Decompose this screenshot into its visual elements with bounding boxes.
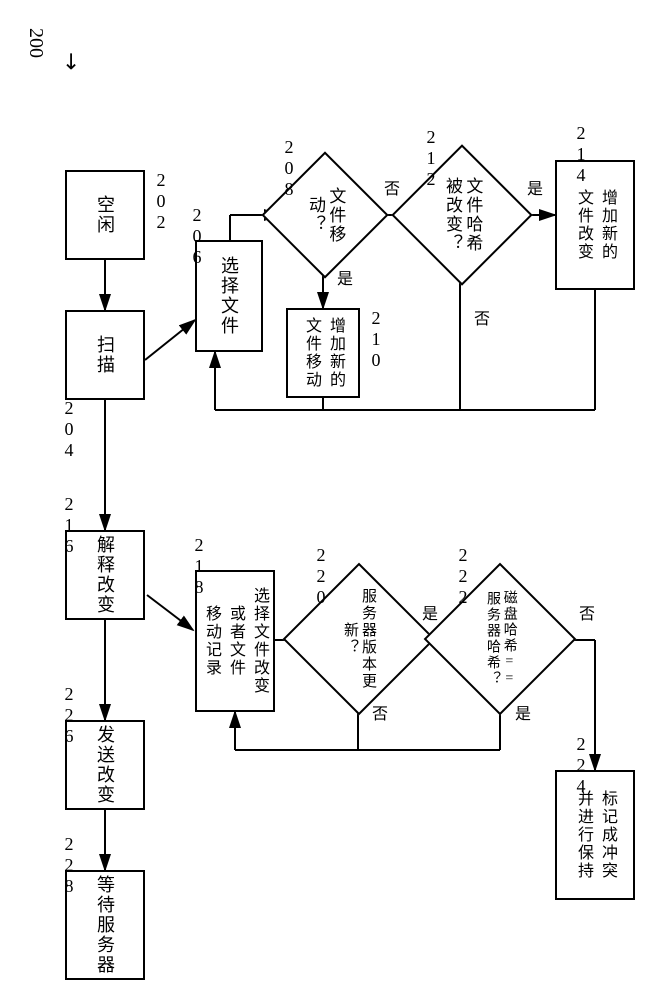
- decision-file-move: 文件移动？: [280, 170, 370, 260]
- node-idle-text: 空闲: [92, 195, 118, 235]
- ref-224: 224: [570, 734, 591, 797]
- node-add-file-move-text: 增加新的 文件移动: [299, 317, 347, 389]
- node-add-file-change: 增加新的 文件改变: [555, 160, 635, 290]
- edge-212-yes: 是: [520, 180, 544, 198]
- edge-208-yes: 是: [330, 270, 354, 288]
- edge-220-yes: 是: [415, 605, 439, 623]
- decision-hash-equal: 磁盘哈希== 服务器哈希？: [446, 585, 554, 693]
- node-mark-conflict-text: 标记成冲突 并进行保持: [571, 790, 619, 880]
- decision-server-newer-text: 服务器版本更新？: [305, 585, 413, 693]
- ref-226: 226: [58, 684, 79, 747]
- edge-222-no: 否: [572, 605, 596, 623]
- ref-228: 228: [58, 834, 79, 897]
- node-send-change-text: 发送改变: [92, 725, 118, 805]
- ref-214: 214: [570, 123, 591, 186]
- ref-206: 206: [186, 205, 207, 268]
- ref-202: 202: [150, 170, 171, 233]
- ref-210: 210: [365, 308, 386, 371]
- node-select-file-text: 选择文件: [216, 256, 242, 336]
- decision-hash-equal-text: 磁盘哈希== 服务器哈希？: [446, 585, 554, 693]
- node-scan-text: 扫描: [92, 335, 118, 375]
- ref-218: 218: [188, 535, 209, 598]
- node-idle: 空闲: [65, 170, 145, 260]
- node-interpret-change-text: 解释改变: [92, 535, 118, 615]
- ref-216: 216: [58, 494, 79, 557]
- node-select-change-record-text: 选择文件改变 或者文件 移动记录: [199, 587, 271, 695]
- figure-ref: 200: [24, 28, 47, 58]
- node-add-file-move: 增加新的 文件移动: [286, 308, 360, 398]
- edge-220-no: 否: [365, 705, 389, 723]
- node-wait-server-text: 等待服务器: [92, 875, 118, 975]
- node-mark-conflict: 标记成冲突 并进行保持: [555, 770, 635, 900]
- node-add-file-change-text: 增加新的 文件改变: [571, 189, 619, 261]
- ref-204: 204: [58, 398, 79, 461]
- figure-ref-arrow: ↘: [56, 45, 87, 76]
- edge-222-yes: 是: [508, 705, 532, 723]
- node-scan: 扫描: [65, 310, 145, 400]
- decision-file-move-text: 文件移动？: [280, 170, 370, 260]
- decision-hash-changed-text: 文件哈希 被改变？: [412, 165, 512, 265]
- decision-server-newer: 服务器版本更新？: [305, 585, 413, 693]
- decision-hash-changed: 文件哈希 被改变？: [412, 165, 512, 265]
- edge-208-no: 否: [377, 180, 401, 198]
- edge-212-no: 否: [467, 310, 491, 328]
